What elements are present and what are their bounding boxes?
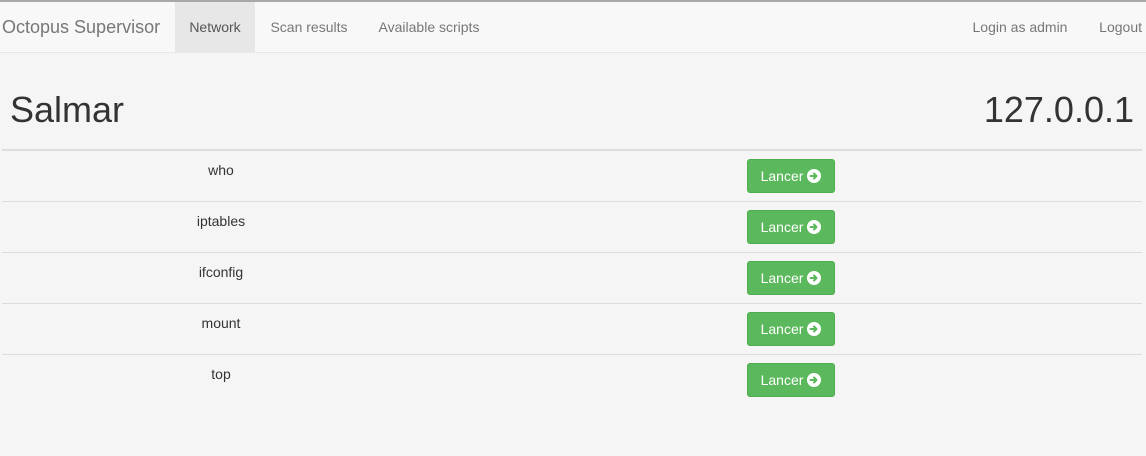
nav-tab-scan-results[interactable]: Scan results <box>255 2 363 53</box>
table-row: iptables Lancer <box>2 202 1142 253</box>
script-name: ifconfig <box>198 264 244 280</box>
nav-tab-available-scripts[interactable]: Available scripts <box>363 2 495 53</box>
circle-arrow-right-icon <box>807 220 822 234</box>
script-name: who <box>208 162 234 178</box>
table-row: ifconfig Lancer <box>2 253 1142 304</box>
logout-link[interactable]: Logout <box>1083 2 1146 53</box>
table-row: mount Lancer <box>2 304 1142 355</box>
host-ip: 127.0.0.1 <box>983 89 1134 130</box>
run-button-label: Lancer <box>760 168 804 184</box>
run-script-button[interactable]: Lancer <box>747 159 835 193</box>
run-button-label: Lancer <box>760 321 804 337</box>
circle-arrow-right-icon <box>807 271 822 285</box>
run-script-button[interactable]: Lancer <box>747 312 835 346</box>
circle-arrow-right-icon <box>807 169 822 183</box>
run-button-label: Lancer <box>760 219 804 235</box>
circle-arrow-right-icon <box>807 373 822 387</box>
login-link[interactable]: Login as admin <box>957 2 1083 53</box>
brand-title[interactable]: Octopus Supervisor <box>2 2 160 53</box>
script-name: mount <box>201 315 241 331</box>
run-script-button[interactable]: Lancer <box>747 363 835 397</box>
run-script-button[interactable]: Lancer <box>747 210 835 244</box>
top-navbar: Octopus Supervisor Network Scan results … <box>0 0 1146 53</box>
run-button-label: Lancer <box>760 270 804 286</box>
script-name: top <box>211 366 231 382</box>
run-button-label: Lancer <box>760 372 804 388</box>
host-name: Salmar <box>10 89 125 130</box>
table-row: who Lancer <box>2 151 1142 202</box>
run-script-button[interactable]: Lancer <box>747 261 835 295</box>
nav-tab-network[interactable]: Network <box>175 2 255 53</box>
script-name: iptables <box>196 213 246 229</box>
circle-arrow-right-icon <box>807 322 822 336</box>
scripts-table: who Lancer iptables Lancer ifconfig Lanc… <box>2 151 1142 406</box>
table-row: top Lancer <box>2 355 1142 406</box>
